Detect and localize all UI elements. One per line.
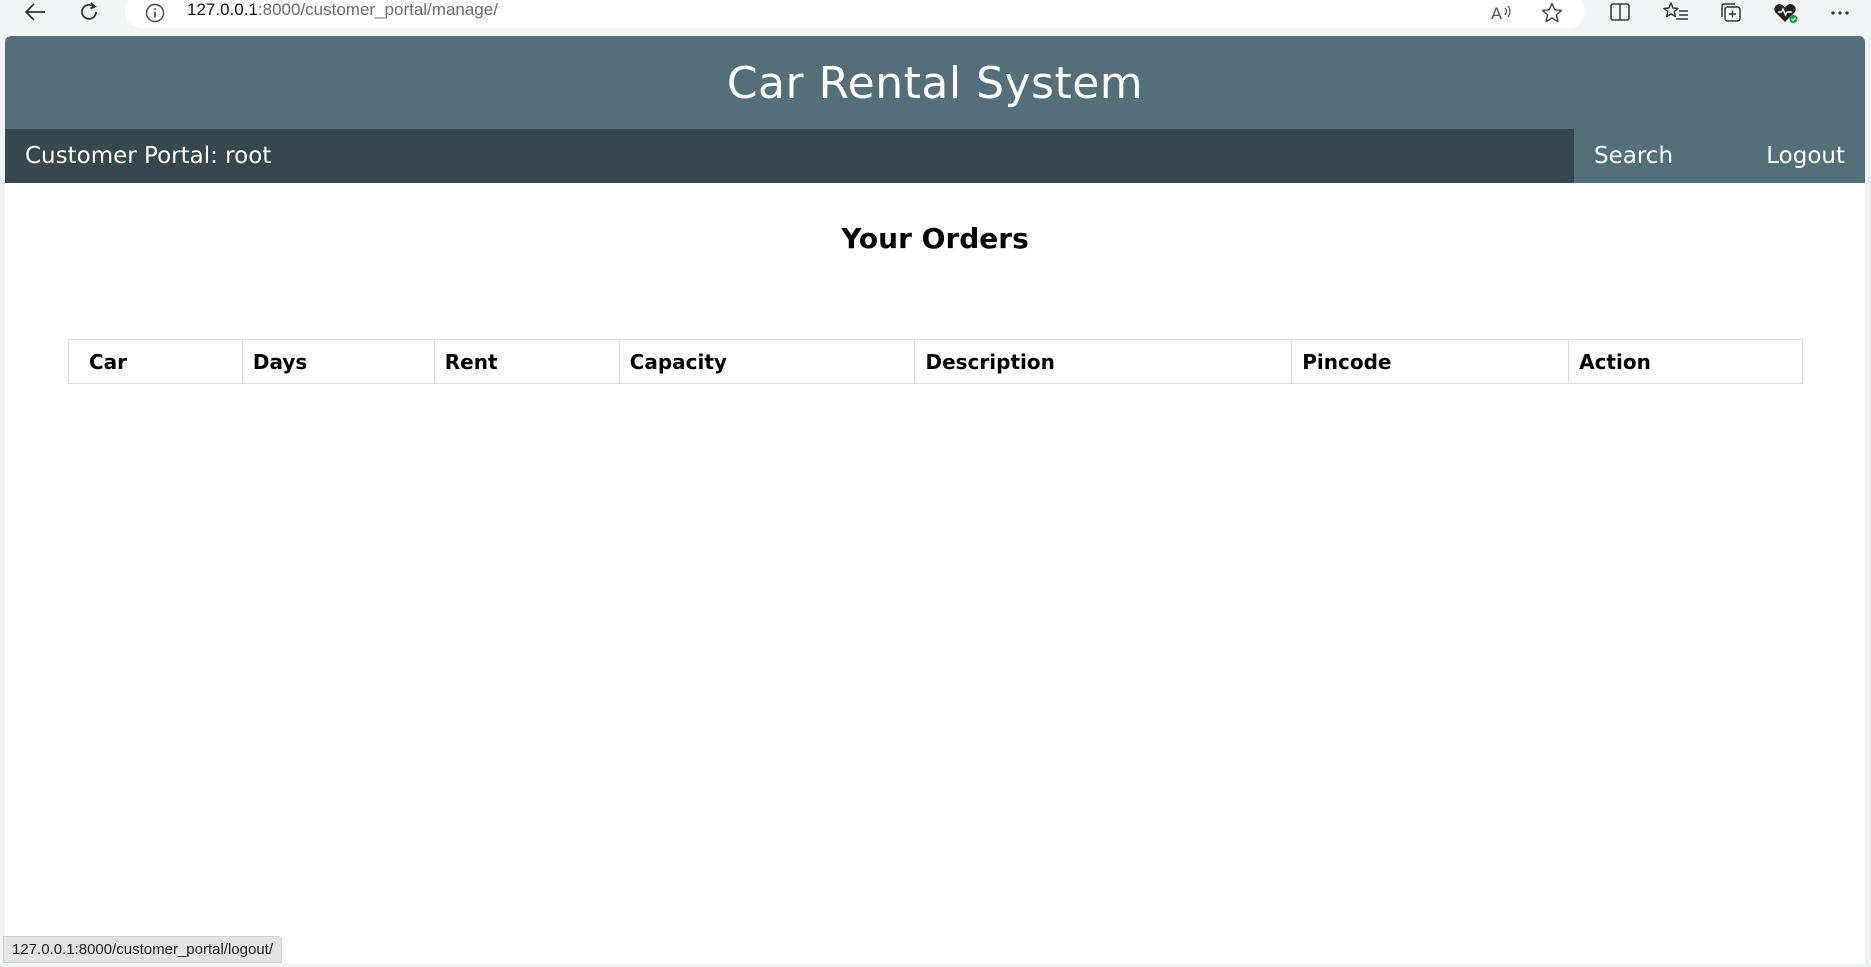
svg-text:A: A <box>1491 4 1502 23</box>
column-header-capacity: Capacity <box>618 339 916 384</box>
column-header-action: Action <box>1568 339 1803 384</box>
refresh-icon[interactable] <box>72 0 106 24</box>
portal-label: Customer Portal: root <box>25 143 272 169</box>
favorite-star-icon[interactable] <box>1540 2 1564 24</box>
address-bar[interactable]: 127.0.0.1:8000/customer_portal/manage/ A <box>125 0 1585 28</box>
more-options-icon[interactable] <box>1826 1 1854 25</box>
favorites-list-icon[interactable] <box>1662 1 1690 25</box>
table-header-row: Car Days Rent Capacity Description Pinco… <box>68 339 1803 384</box>
status-bar-url: 127.0.0.1:8000/customer_portal/logout/ <box>3 936 283 963</box>
orders-table: Car Days Rent Capacity Description Pinco… <box>68 339 1803 384</box>
site-title: Car Rental System <box>726 58 1144 109</box>
search-cars-link[interactable]: Search Cars <box>1574 129 1746 223</box>
url-path: :8000/customer_portal/manage/ <box>257 0 498 19</box>
site-header: Car Rental System <box>5 36 1865 129</box>
column-header-description: Description <box>914 339 1293 384</box>
read-aloud-icon[interactable]: A <box>1490 2 1514 24</box>
column-header-rent: Rent <box>433 339 620 384</box>
browser-essentials-icon[interactable] <box>1772 1 1800 25</box>
navbar: Customer Portal: root Search Cars Logout <box>5 129 1865 223</box>
collections-icon[interactable] <box>1717 1 1745 25</box>
browser-toolbar: 127.0.0.1:8000/customer_portal/manage/ A <box>0 0 1871 34</box>
logout-link[interactable]: Logout <box>1746 129 1865 183</box>
page-viewport: Car Rental System Customer Portal: root … <box>5 36 1865 964</box>
url-text[interactable]: 127.0.0.1:8000/customer_portal/manage/ <box>187 0 498 20</box>
nav-links: Search Cars Logout <box>1574 129 1865 223</box>
site-info-icon[interactable] <box>145 3 165 23</box>
column-header-pincode: Pincode <box>1291 339 1570 384</box>
url-host: 127.0.0.1 <box>187 0 258 19</box>
page-title: Your Orders <box>841 222 1029 255</box>
back-arrow-icon[interactable] <box>18 0 52 24</box>
split-screen-icon[interactable] <box>1606 1 1634 25</box>
column-header-days: Days <box>241 339 435 384</box>
column-header-car: Car <box>68 339 243 384</box>
